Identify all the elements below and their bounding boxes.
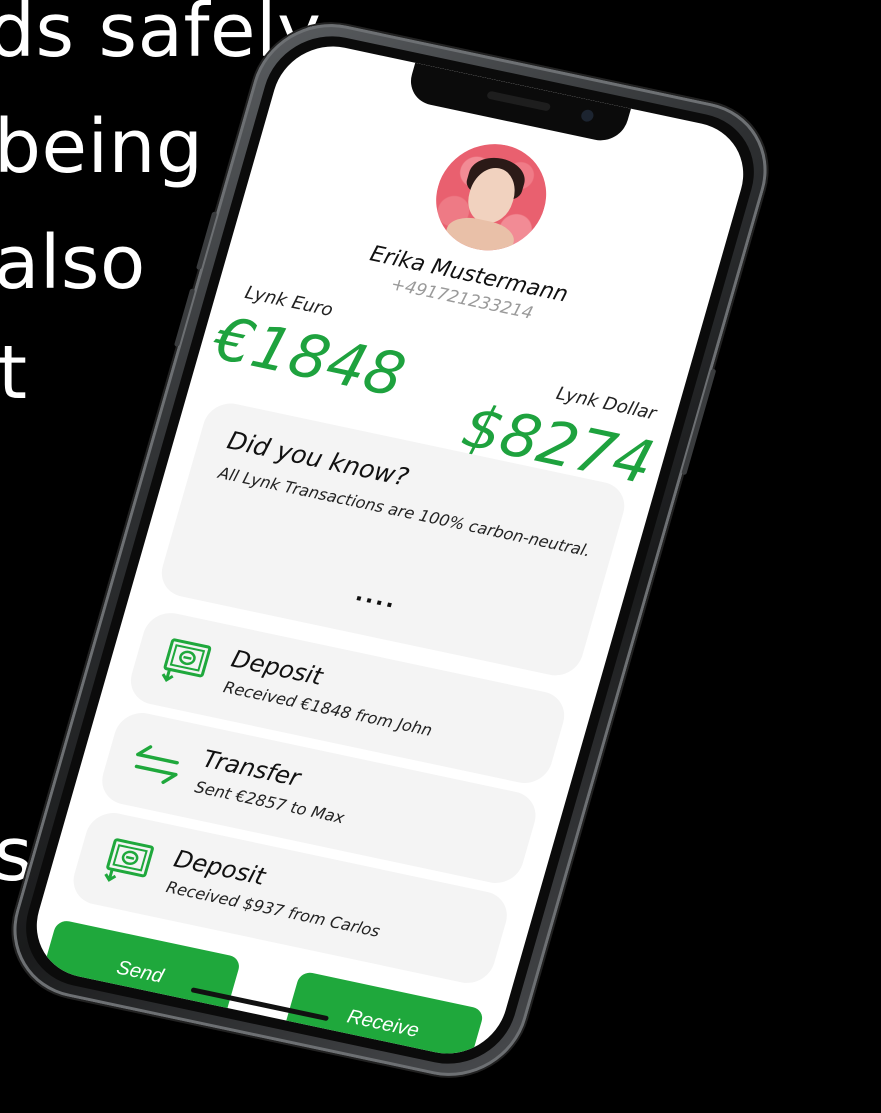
deposit-icon xyxy=(104,838,154,882)
marketing-text-line-3: also xyxy=(0,220,146,306)
euro-balance-value[interactable]: €1848 xyxy=(206,304,412,411)
marketing-text-line-2: being xyxy=(0,104,204,190)
speaker-grille xyxy=(486,90,552,112)
transaction-description: Received $937 from Carlos xyxy=(163,877,383,941)
transfer-icon xyxy=(134,745,179,784)
deposit-icon xyxy=(161,638,212,682)
avatar[interactable] xyxy=(423,134,559,261)
camera-icon xyxy=(579,108,595,123)
avatar-body xyxy=(440,213,518,261)
transaction-description: Received €1848 from John xyxy=(221,677,435,740)
marketing-text-line-4: t xyxy=(0,330,28,416)
